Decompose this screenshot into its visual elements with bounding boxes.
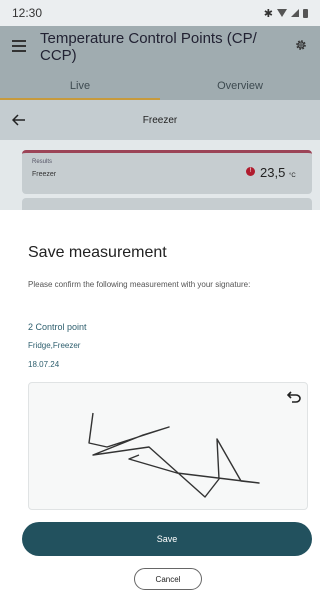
status-icons: ✱	[264, 7, 308, 20]
save-measurement-sheet: Save measurement Please confirm the foll…	[0, 210, 320, 592]
temperature-unit: °C	[288, 173, 296, 179]
results-row-label: Freezer	[32, 171, 57, 178]
measurement-date: 18.07.24	[28, 360, 60, 369]
cancel-button[interactable]: Cancel	[134, 568, 202, 590]
status-bar: 12:30 ✱	[0, 0, 320, 26]
wifi-icon	[277, 9, 287, 17]
temperature-value: 23,5	[260, 165, 286, 180]
warning-icon: !	[246, 167, 255, 176]
sub-header: Freezer	[0, 100, 320, 140]
next-card	[22, 198, 312, 210]
signal-icon	[291, 9, 299, 17]
menu-icon[interactable]	[12, 40, 26, 52]
bluetooth-icon: ✱	[263, 7, 273, 20]
control-point-count: 2 Control point	[28, 322, 87, 332]
results-label: Results	[32, 159, 53, 165]
app-bar: Temperature Control Points (CP/ CCP)	[0, 26, 320, 70]
gear-icon[interactable]	[294, 38, 308, 52]
status-time: 12:30	[12, 6, 43, 20]
tab-overview[interactable]: Overview	[160, 76, 320, 100]
sheet-description: Please confirm the following measurement…	[28, 280, 251, 289]
control-point-names: Fridge,Freezer	[28, 341, 81, 350]
page-title: Temperature Control Points (CP/ CCP)	[40, 30, 257, 64]
tab-bar: Live Overview	[0, 76, 320, 100]
sheet-title: Save measurement	[28, 244, 167, 261]
save-button[interactable]: Save	[22, 522, 312, 556]
signature-pad[interactable]	[28, 382, 308, 510]
battery-icon	[303, 8, 308, 18]
results-value: 23,5 °C	[260, 165, 296, 180]
sub-header-title: Freezer	[142, 114, 178, 126]
tab-live[interactable]: Live	[0, 76, 160, 100]
signature-stroke	[88, 412, 260, 498]
results-card: Results Freezer ! 23,5 °C	[22, 150, 312, 194]
